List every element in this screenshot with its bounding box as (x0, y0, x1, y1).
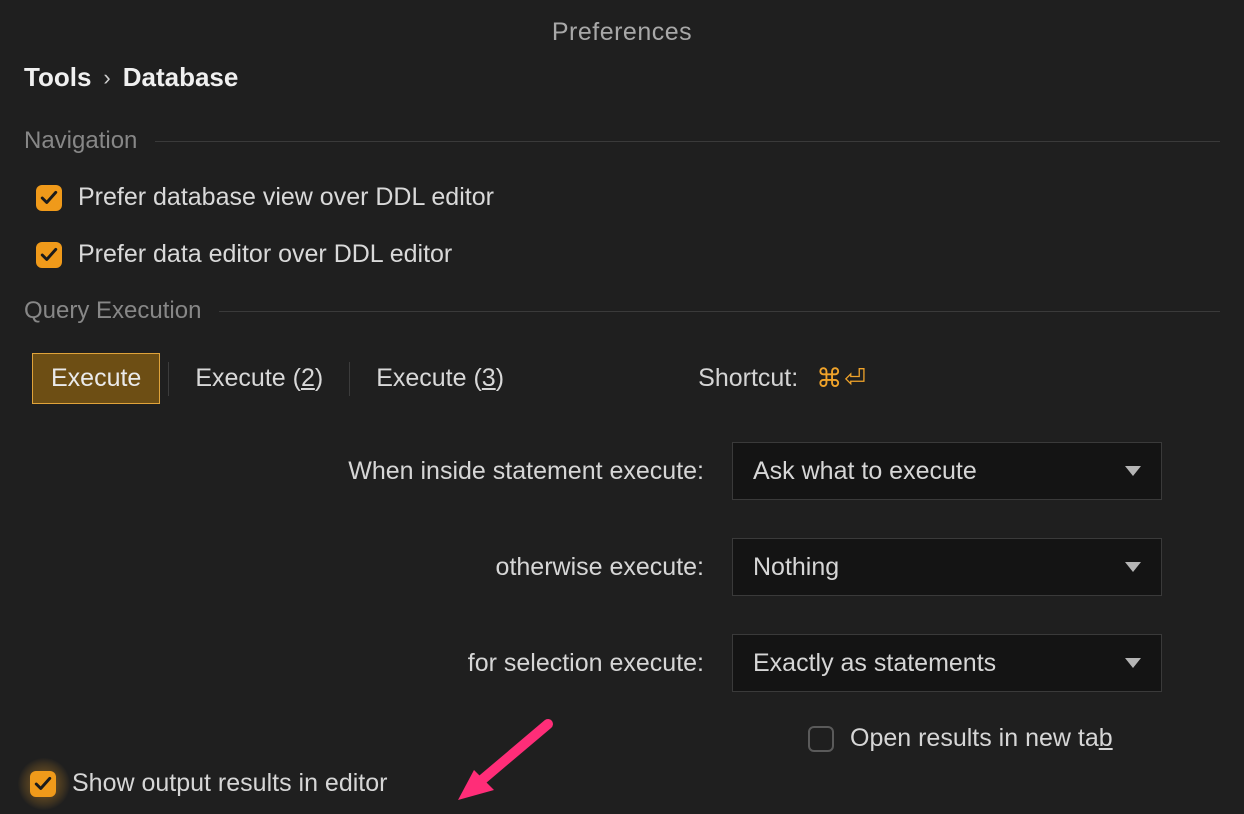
window-title: Preferences (0, 0, 1244, 57)
execute-tabs: Execute Execute (2) Execute (3) Shortcut… (32, 353, 1220, 404)
chevron-down-icon (1125, 562, 1141, 572)
tab-label-suffix: ) (496, 364, 504, 392)
option-label: Show output results in editor (72, 769, 387, 798)
section-query-execution-title: Query Execution (24, 297, 201, 325)
tab-label-prefix: Execute ( (195, 364, 301, 392)
select-for-selection[interactable]: Exactly as statements (732, 634, 1162, 692)
divider (349, 362, 350, 396)
breadcrumb-current: Database (123, 62, 239, 93)
tab-execute-2[interactable]: Execute (2) (177, 354, 341, 403)
breadcrumb-root[interactable]: Tools (24, 62, 91, 93)
option-mnemonic: b (1099, 724, 1113, 752)
shortcut-display: Shortcut: ⌘⏎ (698, 363, 868, 394)
breadcrumb: Tools › Database (24, 62, 1220, 93)
option-prefer-data-editor[interactable]: Prefer data editor over DDL editor (36, 240, 1220, 269)
label-otherwise: otherwise execute: (24, 553, 704, 582)
section-navigation-header: Navigation (24, 127, 1220, 155)
label-for-selection: for selection execute: (24, 649, 704, 678)
tab-mnemonic: 3 (482, 364, 496, 392)
tab-execute-3[interactable]: Execute (3) (358, 354, 522, 403)
chevron-down-icon (1125, 466, 1141, 476)
select-when-inside[interactable]: Ask what to execute (732, 442, 1162, 500)
option-label: Open results in new tab (850, 724, 1113, 753)
shortcut-keys: ⌘⏎ (816, 363, 868, 394)
option-label: Prefer database view over DDL editor (78, 183, 494, 212)
checkbox-icon[interactable] (36, 242, 62, 268)
option-prefer-db-view[interactable]: Prefer database view over DDL editor (36, 183, 1220, 212)
divider (155, 141, 1220, 142)
select-value: Nothing (753, 553, 839, 582)
option-show-output-in-editor[interactable]: Show output results in editor (30, 769, 387, 798)
tab-label-prefix: Execute ( (376, 364, 482, 392)
checkbox-icon[interactable] (30, 771, 56, 797)
section-query-execution-header: Query Execution (24, 297, 1220, 325)
option-label: Prefer data editor over DDL editor (78, 240, 452, 269)
tab-execute[interactable]: Execute (32, 353, 160, 404)
tab-mnemonic: 2 (301, 364, 315, 392)
section-navigation-title: Navigation (24, 127, 137, 155)
shortcut-label: Shortcut: (698, 364, 798, 393)
chevron-down-icon (1125, 658, 1141, 668)
breadcrumb-separator-icon: › (103, 65, 110, 91)
select-value: Ask what to execute (753, 457, 977, 486)
checkbox-icon[interactable] (808, 726, 834, 752)
checkbox-icon[interactable] (36, 185, 62, 211)
option-label-prefix: Open results in new ta (850, 724, 1099, 752)
label-when-inside: When inside statement execute: (24, 457, 704, 486)
select-value: Exactly as statements (753, 649, 996, 678)
option-open-results-new-tab[interactable]: Open results in new tab (808, 724, 1220, 753)
tab-label-suffix: ) (315, 364, 323, 392)
select-otherwise[interactable]: Nothing (732, 538, 1162, 596)
divider (219, 311, 1220, 312)
divider (168, 362, 169, 396)
